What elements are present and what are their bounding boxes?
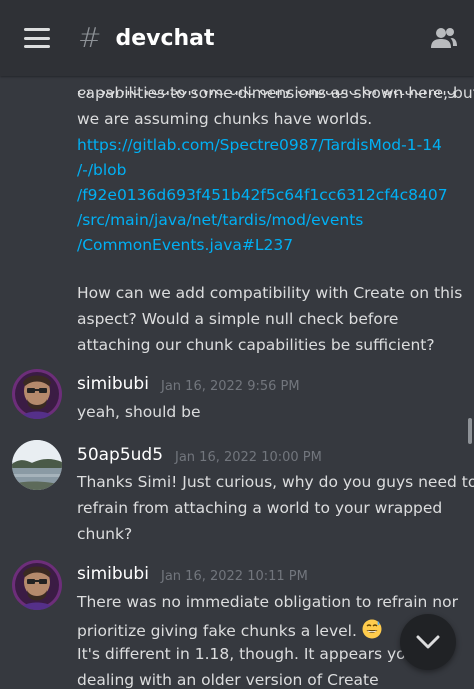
grinning-sweat-emoji: [362, 619, 382, 639]
message-line: yeah, should be: [77, 403, 201, 421]
channel-name: devchat: [115, 25, 215, 51]
message-line: prioritize giving fake chunks a level.: [77, 619, 382, 640]
channel-header: # devchat: [0, 0, 474, 76]
message-line: attaching our chunk capabilities be suff…: [77, 336, 435, 354]
members-icon[interactable]: [428, 22, 460, 54]
message-author[interactable]: simibubi: [77, 374, 149, 394]
avatar[interactable]: [12, 369, 62, 419]
message-line: aspect? Would a simple null check before: [77, 310, 399, 328]
message-link[interactable]: /f92e0136d693f451b42f5c64f1cc6312cf4c840…: [77, 186, 448, 204]
message-line: capabilities to some dimensions as shown…: [77, 84, 474, 102]
message-line: chunk?: [77, 525, 133, 543]
message-link[interactable]: https://gitlab.com/Spectre0987/TardisMod…: [77, 136, 442, 154]
message-line: we are assuming chunks have worlds.: [77, 110, 373, 128]
hamburger-menu-icon[interactable]: [24, 28, 50, 48]
avatar[interactable]: [12, 440, 62, 490]
message-timestamp: Jan 16, 2022 10:11 PM: [161, 569, 308, 584]
hash-icon: #: [78, 21, 102, 54]
message-author[interactable]: 50ap5ud5: [77, 445, 163, 465]
avatar[interactable]: [12, 560, 62, 610]
message-line-text: prioritize giving fake chunks a level.: [77, 622, 357, 640]
message-timestamp: Jan 16, 2022 9:56 PM: [161, 379, 300, 394]
message-line: There was no immediate obligation to ref…: [77, 593, 458, 611]
message-line: refrain from attaching a world to your w…: [77, 499, 443, 517]
jump-to-bottom-button[interactable]: [400, 614, 456, 670]
chevron-down-icon: [416, 635, 440, 649]
message-author[interactable]: simibubi: [77, 564, 149, 584]
message-line: It's different in 1.18, though. It appea…: [77, 645, 430, 663]
message-timestamp: Jan 16, 2022 10:00 PM: [175, 450, 322, 465]
message-link[interactable]: /-/blob: [77, 161, 127, 179]
message-line: Thanks Simi! Just curious, why do you gu…: [77, 473, 474, 491]
message-line: How can we add compatibility with Create…: [77, 284, 463, 302]
message-line: dealing with an older version of Create: [77, 671, 379, 689]
message-list[interactable]: or some reason we are only capable of at…: [0, 76, 474, 689]
scrollbar-thumb[interactable]: [468, 418, 472, 444]
message-link[interactable]: /src/main/java/net/tardis/mod/events: [77, 211, 363, 229]
message-link[interactable]: /CommonEvents.java#L237: [77, 236, 293, 254]
